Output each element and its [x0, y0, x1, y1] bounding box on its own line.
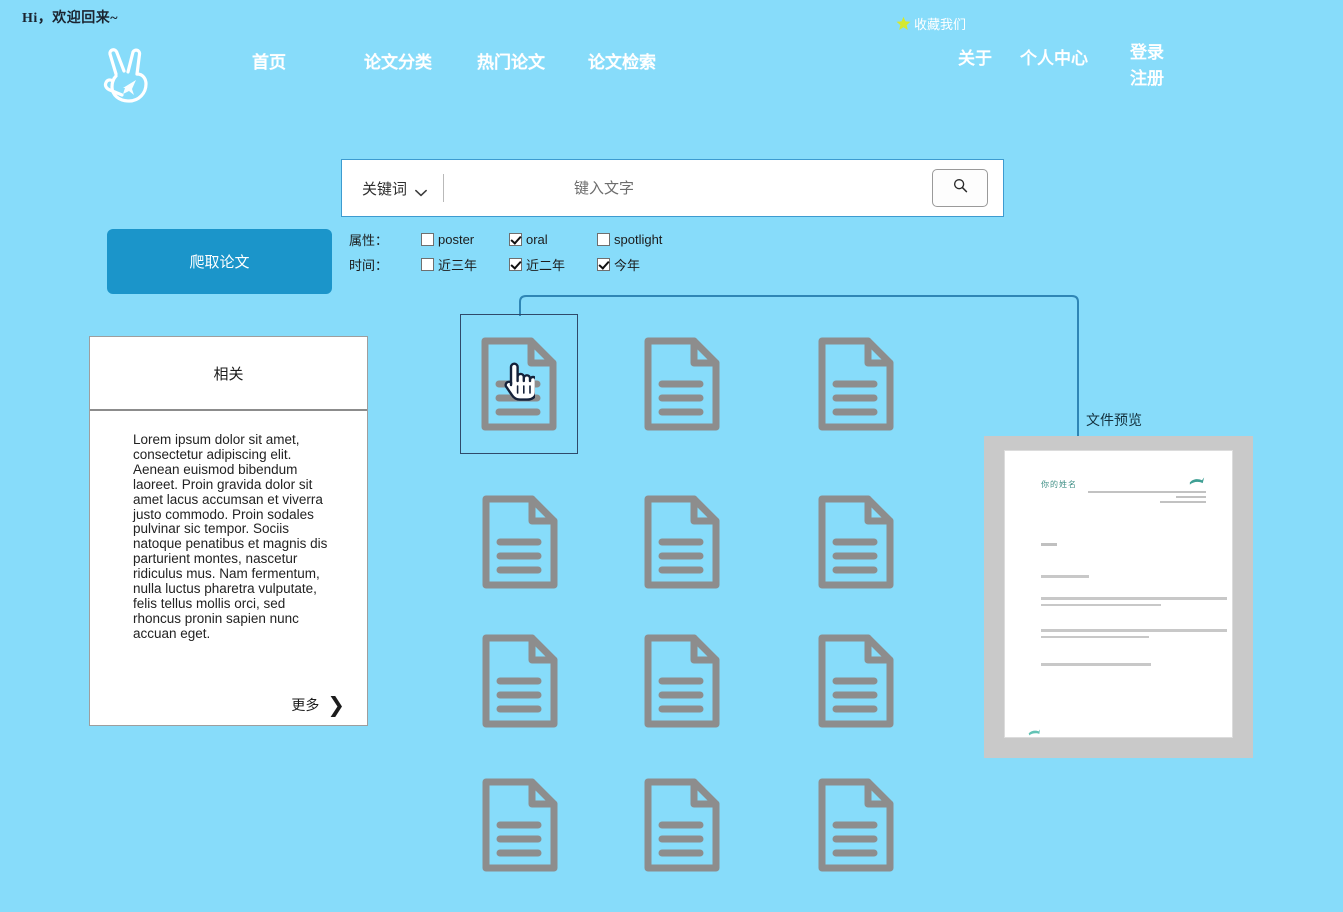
preview-paragraph: [1041, 663, 1229, 670]
app-root: Hi，欢迎回来~ 首页 论文分类 热门论文 论文检索 收藏我们 关于 个人中心 …: [0, 0, 1343, 912]
checkbox-this-year[interactable]: 今年: [597, 255, 707, 274]
document-icon: [482, 634, 558, 728]
checkbox-poster-label: poster: [438, 232, 475, 247]
preview-salutation-line: [1041, 543, 1057, 546]
document-icon: [818, 634, 894, 728]
checkbox-spotlight-box: [597, 233, 610, 246]
nav-item-home[interactable]: 首页: [252, 48, 286, 73]
nav-item-about[interactable]: 关于: [958, 44, 992, 69]
preview-paragraph: [1041, 629, 1229, 642]
checkbox-oral-box: [509, 233, 522, 246]
checkbox-last-two-years-box: [509, 258, 522, 271]
preview-logo-icon: [1188, 473, 1206, 485]
preview-footer-mark-icon: [1027, 723, 1041, 736]
document-icon: [818, 495, 894, 589]
victory-hand-logo[interactable]: [100, 44, 152, 106]
checkbox-poster-box: [421, 233, 434, 246]
star-icon: [896, 16, 911, 31]
search-icon: [952, 177, 969, 199]
nav-item-categories[interactable]: 论文分类: [364, 48, 432, 73]
nav-item-register[interactable]: 注册: [1130, 64, 1164, 89]
document-tile[interactable]: [461, 755, 579, 895]
checkbox-oral-label: oral: [526, 232, 548, 247]
search-submit-button[interactable]: [932, 169, 988, 207]
greeting-text: Hi，欢迎回来~: [22, 11, 119, 26]
main-navigation: 首页 论文分类 热门论文 论文检索: [252, 48, 682, 76]
document-tile[interactable]: [797, 314, 915, 454]
search-bar: 关键词: [341, 159, 1004, 217]
chevron-right-icon: ❯: [327, 694, 345, 717]
checkbox-spotlight[interactable]: spotlight: [597, 232, 707, 247]
document-tile[interactable]: [797, 472, 915, 612]
document-tile[interactable]: [623, 314, 741, 454]
pointing-hand-cursor-icon: [499, 359, 538, 401]
favorite-us-link[interactable]: 收藏我们: [896, 14, 966, 33]
checkbox-this-year-box: [597, 258, 610, 271]
related-card: 相关 Lorem ipsum dolor sit amet, consectet…: [89, 336, 368, 726]
document-icon: [644, 634, 720, 728]
nav-item-popular[interactable]: 热门论文: [477, 48, 545, 73]
preview-document-title: 你的姓名: [1041, 480, 1077, 489]
document-icon: [644, 495, 720, 589]
filter-row-attribute: 属性： poster oral spotlight: [349, 227, 707, 252]
file-preview-page: 你的姓名: [1004, 450, 1233, 738]
search-scope-dropdown[interactable]: 关键词: [342, 160, 427, 216]
checkbox-this-year-label: 今年: [614, 258, 641, 273]
related-card-body: Lorem ipsum dolor sit amet, consectetur …: [90, 411, 367, 725]
related-card-text: Lorem ipsum dolor sit amet, consectetur …: [133, 432, 328, 641]
checkbox-last-two-years[interactable]: 近二年: [509, 255, 597, 274]
checkbox-spotlight-label: spotlight: [614, 232, 663, 247]
checkbox-last-three-years-box: [421, 258, 434, 271]
chevron-down-icon: [415, 184, 427, 197]
nav-item-search[interactable]: 论文检索: [588, 48, 656, 73]
nav-item-login[interactable]: 登录: [1130, 38, 1164, 63]
filter-panel: 属性： poster oral spotlight 时间： 近三年 近二年 今年: [349, 227, 707, 277]
preview-paragraph: [1041, 575, 1229, 582]
document-icon: [482, 778, 558, 872]
related-card-title: 相关: [90, 337, 367, 411]
document-icon: [818, 337, 894, 431]
file-preview-panel[interactable]: 你的姓名: [984, 436, 1253, 758]
preview-paragraph: [1041, 597, 1229, 610]
checkbox-poster[interactable]: poster: [421, 232, 509, 247]
crawl-papers-button[interactable]: 爬取论文: [107, 229, 332, 294]
document-icon: [818, 778, 894, 872]
search-scope-label: 关键词: [362, 180, 408, 198]
document-tile-selected[interactable]: [460, 314, 578, 454]
checkbox-last-three-years-label: 近三年: [438, 258, 478, 273]
related-card-more-link[interactable]: 更多 ❯: [291, 695, 345, 716]
search-input[interactable]: [444, 160, 932, 216]
checkbox-oral[interactable]: oral: [509, 232, 597, 247]
nav-item-user-center[interactable]: 个人中心: [1020, 44, 1088, 69]
filter-label-time: 时间：: [349, 258, 389, 273]
filter-label-attribute: 属性：: [349, 233, 389, 248]
preview-callout-label: 文件预览: [1086, 412, 1142, 428]
document-tile[interactable]: [461, 611, 579, 751]
document-tile[interactable]: [623, 755, 741, 895]
document-tile[interactable]: [797, 611, 915, 751]
document-icon: [644, 778, 720, 872]
document-tile[interactable]: [797, 755, 915, 895]
related-card-more-label: 更多: [291, 697, 320, 714]
preview-meta-lines: [1086, 491, 1206, 506]
filter-row-time: 时间： 近三年 近二年 今年: [349, 252, 707, 277]
document-tile[interactable]: [623, 472, 741, 612]
document-tile[interactable]: [623, 611, 741, 751]
document-tile[interactable]: [461, 472, 579, 612]
checkbox-last-three-years[interactable]: 近三年: [421, 255, 509, 274]
document-icon: [482, 495, 558, 589]
document-grid: [460, 314, 940, 894]
checkbox-last-two-years-label: 近二年: [526, 258, 566, 273]
favorite-us-label: 收藏我们: [914, 17, 967, 32]
document-icon: [644, 337, 720, 431]
